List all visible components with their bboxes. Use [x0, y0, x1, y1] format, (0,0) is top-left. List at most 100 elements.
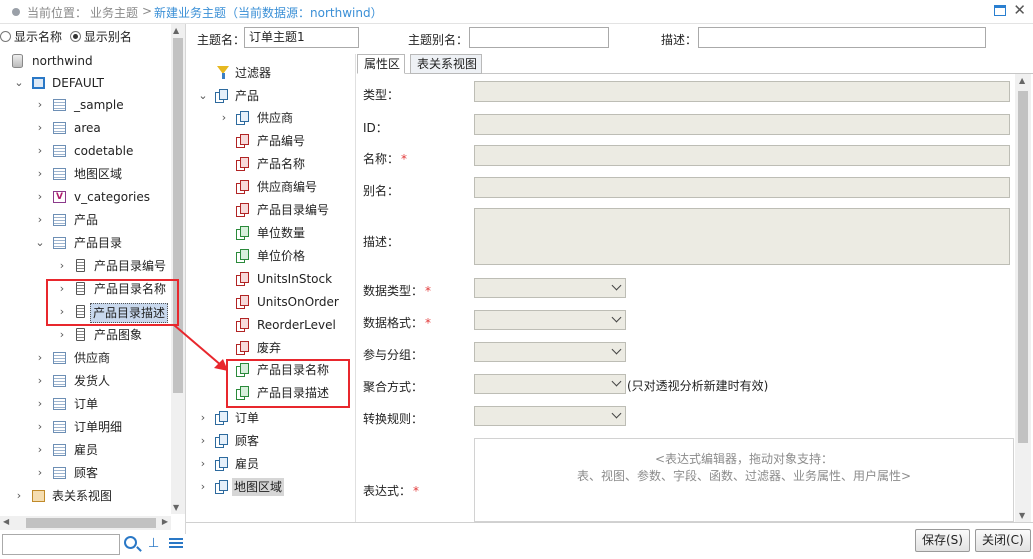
table-icon	[53, 145, 66, 157]
chevron-right-icon[interactable]: ›	[198, 453, 208, 475]
chevron-down-icon	[611, 408, 622, 419]
chevron-right-icon[interactable]: ›	[35, 186, 45, 208]
chevron-right-icon[interactable]: ›	[57, 278, 67, 300]
tree-vertical-scrollbar[interactable]: ▲ ▼	[171, 24, 185, 514]
chevron-right-icon[interactable]: ›	[35, 347, 45, 369]
hierarchy-icon[interactable]: ⊥	[148, 536, 159, 551]
data-format-select[interactable]	[474, 310, 626, 330]
expression-editor[interactable]: <表达式编辑器，拖动对象支持： 表、视图、参数、字段、函数、过滤器、业务属性、用…	[474, 438, 1014, 522]
field-icon	[236, 157, 250, 171]
chevron-right-icon[interactable]: ›	[35, 439, 45, 461]
chevron-down-icon	[611, 376, 622, 387]
scroll-up-arrow-icon[interactable]: ▲	[1019, 76, 1025, 85]
alias-field[interactable]	[474, 177, 1010, 198]
chevron-right-icon[interactable]: ›	[35, 393, 45, 415]
description-field[interactable]	[474, 208, 1010, 265]
table-icon	[53, 467, 66, 479]
radio-show-name-label[interactable]: 显示名称	[14, 30, 62, 44]
data-format-label-text: 数据格式：	[363, 316, 424, 330]
measure-field-icon	[236, 386, 250, 400]
transform-select[interactable]	[474, 406, 626, 426]
tree-search-input[interactable]	[2, 534, 120, 555]
list-icon[interactable]	[169, 538, 183, 549]
tree-node-label: 产品目录编号	[94, 259, 167, 273]
tree-node-label: 单位数量	[257, 226, 306, 240]
chevron-right-icon[interactable]: ›	[14, 485, 24, 507]
type-field[interactable]	[474, 81, 1010, 102]
grouping-select[interactable]	[474, 342, 626, 362]
topic-name-input[interactable]: 订单主题1	[244, 27, 359, 48]
chevron-right-icon[interactable]: ›	[35, 163, 45, 185]
aggregation-select[interactable]	[474, 374, 626, 394]
save-button[interactable]: 保存(S)	[915, 529, 970, 552]
tab-properties[interactable]: 属性区	[357, 54, 405, 74]
grouping-label: 参与分组：	[363, 348, 424, 362]
tree-node-label: 产品图象	[94, 328, 143, 342]
data-type-select[interactable]	[474, 278, 626, 298]
aggregation-label: 聚合方式：	[363, 380, 424, 394]
scroll-up-arrow-icon[interactable]: ▲	[173, 26, 179, 35]
topic-desc-input[interactable]	[698, 27, 986, 48]
chevron-right-icon[interactable]: ›	[198, 430, 208, 452]
radio-show-alias[interactable]	[69, 31, 81, 42]
chevron-right-icon[interactable]: ›	[198, 476, 208, 498]
chevron-down-icon	[611, 312, 622, 323]
chevron-right-icon[interactable]: ›	[57, 301, 67, 323]
close-button[interactable]: 关闭(C)	[975, 529, 1031, 552]
table-icon	[53, 122, 66, 134]
field-icon	[236, 272, 250, 286]
scrollbar-thumb[interactable]	[26, 518, 156, 528]
chevron-right-icon[interactable]: ›	[35, 94, 45, 116]
chevron-right-icon[interactable]: ›	[35, 462, 45, 484]
chevron-down-icon[interactable]: ⌄	[35, 232, 45, 254]
radio-show-alias-label[interactable]: 显示别名	[84, 30, 132, 44]
tree-node-label: 供应商编号	[257, 180, 318, 194]
tree-horizontal-scrollbar[interactable]: ◀ ▶	[0, 516, 171, 530]
tree-node-label: 订单	[74, 397, 99, 411]
dialog-footer: 保存(S) 关闭(C)	[186, 522, 1033, 559]
field-icon	[236, 318, 250, 332]
entity-icon	[236, 111, 250, 125]
expression-label-text: 表达式：	[363, 484, 412, 498]
name-field[interactable]	[474, 145, 1010, 166]
data-type-label: 数据类型： *	[363, 282, 431, 299]
maximize-icon[interactable]	[994, 5, 1006, 16]
breadcrumb-business-topic[interactable]: 业务主题	[90, 4, 138, 21]
chevron-right-icon[interactable]: ›	[57, 324, 67, 346]
scroll-down-arrow-icon[interactable]: ▼	[173, 503, 179, 512]
search-icon[interactable]	[124, 536, 137, 549]
chevron-right-icon[interactable]: ›	[219, 107, 229, 129]
property-vertical-scrollbar[interactable]: ▲ ▼	[1015, 74, 1031, 522]
required-mark: *	[425, 316, 432, 330]
chevron-right-icon[interactable]: ›	[35, 370, 45, 392]
id-label: ID：	[363, 121, 388, 135]
chevron-down-icon[interactable]: ⌄	[14, 72, 24, 94]
chevron-right-icon[interactable]: ›	[35, 209, 45, 231]
tree-node-label: 顾客	[235, 434, 260, 448]
chevron-down-icon	[611, 344, 622, 355]
tree-node-label: northwind	[32, 54, 93, 68]
drag-arrow-icon	[173, 324, 228, 371]
chevron-right-icon[interactable]: ›	[35, 140, 45, 162]
tree-node-label: 订单	[235, 411, 260, 425]
scroll-left-arrow-icon[interactable]: ◀	[3, 517, 9, 526]
scroll-down-arrow-icon[interactable]: ▼	[1019, 511, 1025, 520]
table-icon	[53, 168, 66, 180]
chevron-right-icon[interactable]: ›	[57, 255, 67, 277]
radio-show-name[interactable]	[0, 31, 11, 42]
scroll-right-arrow-icon[interactable]: ▶	[162, 517, 168, 526]
tree-node-label: area	[74, 121, 101, 135]
chevron-right-icon[interactable]: ›	[35, 117, 45, 139]
tree-node-label: 废弃	[257, 341, 282, 355]
chevron-right-icon[interactable]: ›	[198, 407, 208, 429]
scrollbar-thumb[interactable]	[1018, 91, 1028, 443]
tree-node-label: UnitsOnOrder	[257, 295, 339, 309]
alias-label: 别名：	[363, 184, 400, 198]
chevron-down-icon[interactable]: ⌄	[198, 85, 208, 107]
tab-relation-view[interactable]: 表关系视图	[410, 54, 482, 74]
topic-alias-input[interactable]	[469, 27, 609, 48]
id-field[interactable]	[474, 114, 1010, 135]
tree-node-label: DEFAULT	[52, 76, 104, 90]
chevron-right-icon[interactable]: ›	[35, 416, 45, 438]
close-icon[interactable]: ✕	[1013, 2, 1026, 18]
